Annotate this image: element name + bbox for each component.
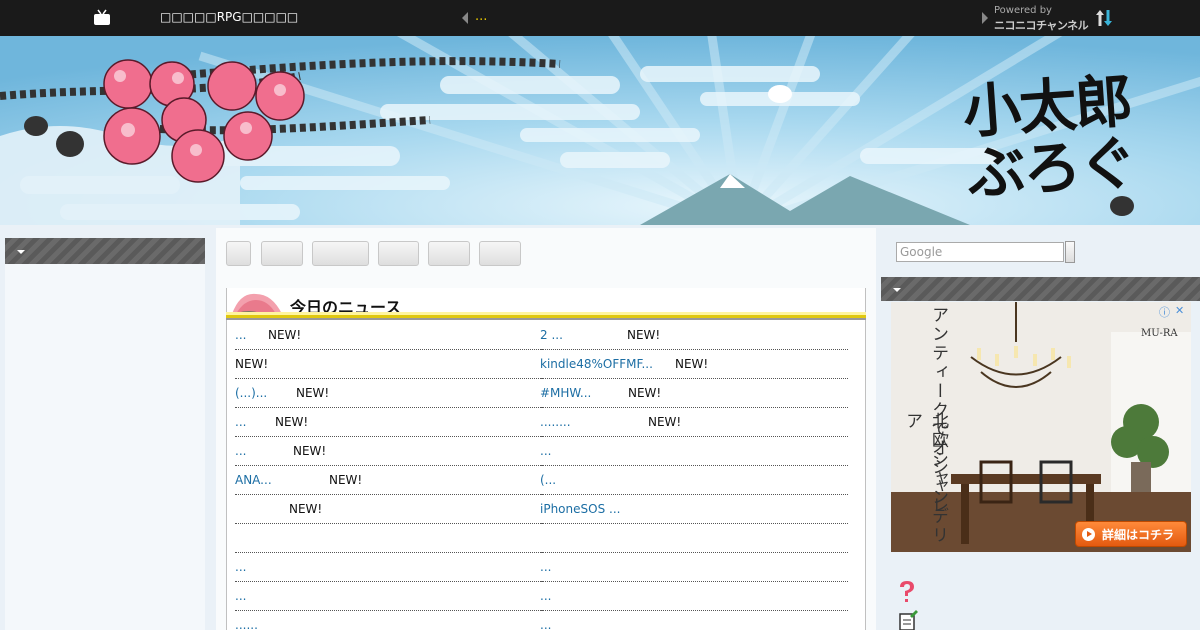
news-item[interactable]: ... [235,582,543,611]
ad-details-button[interactable]: 詳細はコチラ [1075,521,1187,547]
news-link[interactable]: ... [540,560,551,574]
new-badge: NEW! [627,328,661,342]
news-link[interactable]: ... [235,328,246,342]
channel-title[interactable]: □□□□□RPG□□□□□ [160,10,298,24]
play-icon [1082,528,1095,541]
news-item[interactable]: NEW! [235,495,543,524]
news-link[interactable]: ... [540,618,551,630]
news-link[interactable]: ...... [235,618,258,630]
news-item[interactable]: ... NEW! [235,321,543,350]
news-link[interactable]: ... [235,444,246,458]
news-column-right: 2 ... NEW! kindle48%OFFMF... NEW! #MHW... NEW… [540,321,848,630]
new-badge: NEW! [628,386,662,400]
ad-info-icon[interactable]: ⓘ [1159,304,1170,320]
left-sidebar [5,238,205,630]
news-link[interactable]: (... [540,473,556,487]
news-link[interactable]: ... [235,560,246,574]
news-item[interactable]: ........ NEW! [540,408,848,437]
news-item[interactable] [235,524,543,553]
search-input[interactable]: Google [896,242,1064,262]
news-link[interactable]: ... [235,589,246,603]
new-badge: NEW! [329,473,363,487]
news-item[interactable]: NEW! [235,350,543,379]
tab-4[interactable] [378,241,419,266]
news-item[interactable]: ANA... NEW! [235,466,543,495]
new-badge: NEW! [235,357,269,371]
top-bar: □□□□□RPG□□□□□ ... Powered by ニコニコチャンネル [0,0,1200,36]
news-link[interactable]: ... [540,589,551,603]
main-content: 今日のニュース ... NEW! NEW! (...)... NEW!... NEW! .… [216,228,876,630]
niconico-channel-logo[interactable]: ニコニコチャンネル [994,17,1089,33]
blog-logo[interactable]: 小太郎 ぶろぐ [961,67,1179,208]
caret-down-icon [17,250,25,254]
new-badge: NEW! [275,415,309,429]
news-item[interactable]: ... NEW! [235,437,543,466]
news-item[interactable]: 2 ... NEW! [540,321,848,350]
topbar-link[interactable]: ... [475,9,487,24]
ad-brand: MU-RA [1141,328,1178,339]
news-link[interactable]: ANA... [235,473,272,487]
news-link[interactable]: ... [235,415,246,429]
news-link[interactable]: ... [540,444,551,458]
right-sidebar-header[interactable] [881,277,1200,301]
ad-headline-2: 北欧シャンデリア [902,412,948,545]
ad-close-icon[interactable]: ✕ [1175,304,1184,317]
note-edit-icon[interactable] [898,610,918,630]
news-item[interactable]: ... [540,611,848,630]
news-item[interactable]: ...... [235,611,543,630]
caret-down-icon [893,288,901,292]
news-link[interactable]: 2 ... [540,328,563,342]
header-banner[interactable]: 小太郎 ぶろぐ [0,36,1200,225]
next-arrow-icon[interactable] [982,12,988,24]
ad-button-label: 詳細はコチラ [1102,528,1175,542]
question-icon[interactable] [896,580,918,604]
news-item[interactable]: (...)... NEW! [235,379,543,408]
left-sidebar-header[interactable] [5,238,205,264]
news-item[interactable]: #MHW... NEW! [540,379,848,408]
news-title-underline [226,312,866,320]
new-badge: NEW! [293,444,327,458]
tab-2[interactable] [261,241,303,266]
news-link[interactable]: (...)... [235,386,267,400]
news-link[interactable]: #MHW... [540,386,591,400]
news-item[interactable]: ... NEW! [235,408,543,437]
news-item[interactable]: ... [540,437,848,466]
new-badge: NEW! [296,386,330,400]
new-badge: NEW! [648,415,682,429]
news-item[interactable]: ... [540,553,848,582]
news-link[interactable]: kindle48%OFFMF... [540,357,653,371]
news-item[interactable]: (... [540,466,848,495]
new-badge: NEW! [289,502,323,516]
powered-by-label: Powered by [994,5,1052,16]
news-link[interactable]: ........ [540,415,571,429]
tab-3[interactable] [312,241,369,266]
prev-arrow-icon[interactable] [462,12,468,24]
new-badge: NEW! [268,328,302,342]
news-item[interactable]: ... [235,553,543,582]
new-badge: NEW! [675,357,709,371]
news-item[interactable]: kindle48%OFFMF... NEW! [540,350,848,379]
news-column-left: ... NEW! NEW! (...)... NEW!... NEW! ... NEW! AN… [235,321,543,630]
search-button[interactable] [1065,241,1075,263]
news-item[interactable]: ... [540,582,848,611]
news-item[interactable]: iPhoneSOS ... [540,495,848,524]
sort-arrows-icon[interactable] [1094,8,1114,28]
tv-icon[interactable] [93,9,111,26]
tab-1[interactable] [226,241,251,266]
news-link[interactable]: iPhoneSOS ... [540,502,620,516]
news-item[interactable] [540,524,848,553]
advertisement[interactable]: アンティークでオシャレ 北欧シャンデリア MU-RA ⓘ ✕ 詳細はコチラ [891,302,1191,552]
tab-5[interactable] [428,241,470,266]
tab-6[interactable] [479,241,521,266]
